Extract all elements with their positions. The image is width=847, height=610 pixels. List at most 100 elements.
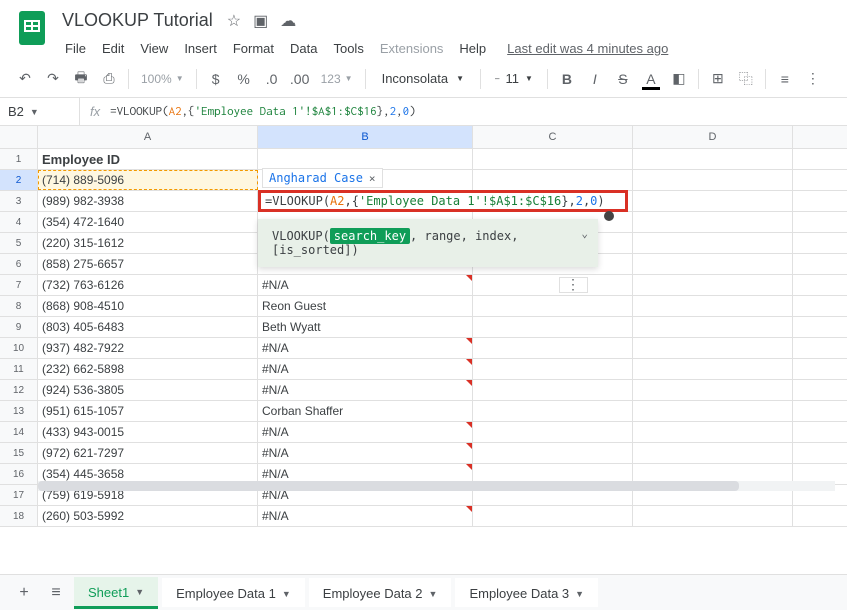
formula-bar-input[interactable]: =VLOOKUP(A2,{'Employee Data 1'!$A$1:$C$1… xyxy=(110,105,847,118)
menu-data[interactable]: Data xyxy=(283,37,324,60)
menu-edit[interactable]: Edit xyxy=(95,37,131,60)
cell[interactable] xyxy=(473,170,633,190)
cell[interactable] xyxy=(633,422,793,442)
cell[interactable] xyxy=(633,296,793,316)
cell-formula-editor[interactable]: =VLOOKUP(A2,{'Employee Data 1'!$A$1:$C$1… xyxy=(258,190,628,212)
row-header[interactable]: 1 xyxy=(0,149,38,169)
cell[interactable] xyxy=(633,401,793,421)
bold-button[interactable]: B xyxy=(554,66,580,92)
cell[interactable] xyxy=(633,191,793,211)
borders-button[interactable]: ⊞ xyxy=(705,66,731,92)
paint-format-button[interactable]: ⎙ xyxy=(96,66,122,92)
cell[interactable]: (951) 615-1057 xyxy=(38,401,258,421)
cell[interactable] xyxy=(473,338,633,358)
cell[interactable] xyxy=(258,149,473,169)
cell[interactable]: (354) 472-1640 xyxy=(38,212,258,232)
col-header-c[interactable]: C xyxy=(473,126,633,148)
number-format-select[interactable]: 123▼ xyxy=(315,72,359,86)
row-header[interactable]: 18 xyxy=(0,506,38,526)
row-header[interactable]: 13 xyxy=(0,401,38,421)
menu-insert[interactable]: Insert xyxy=(177,37,224,60)
cell[interactable] xyxy=(633,359,793,379)
formula-drag-handle[interactable] xyxy=(604,211,614,221)
cell[interactable]: (232) 662-5898 xyxy=(38,359,258,379)
format-percent-button[interactable]: % xyxy=(231,66,257,92)
font-select[interactable]: Inconsolata▼ xyxy=(372,71,474,86)
more-options-icon[interactable]: ⋮ xyxy=(559,277,588,293)
cell[interactable]: #N/A xyxy=(258,359,473,379)
row-header[interactable]: 4 xyxy=(0,212,38,232)
menu-help[interactable]: Help xyxy=(452,37,493,60)
cloud-icon[interactable]: ☁ xyxy=(280,11,296,31)
sheet-tab-emp1[interactable]: Employee Data 1▼ xyxy=(162,578,305,607)
cell[interactable] xyxy=(633,233,793,253)
cell[interactable]: (714) 889-5096 xyxy=(38,170,258,190)
cell[interactable] xyxy=(473,422,633,442)
undo-button[interactable]: ↶ xyxy=(12,66,38,92)
cell[interactable]: Employee ID xyxy=(38,149,258,169)
increase-decimal-button[interactable]: .00 xyxy=(287,66,313,92)
sheet-tab-emp3[interactable]: Employee Data 3▼ xyxy=(455,578,598,607)
cell[interactable] xyxy=(473,506,633,526)
menu-format[interactable]: Format xyxy=(226,37,281,60)
cell[interactable]: (433) 943-0015 xyxy=(38,422,258,442)
cell[interactable]: (858) 275-6657 xyxy=(38,254,258,274)
all-sheets-button[interactable]: ≡ xyxy=(42,579,70,607)
add-sheet-button[interactable]: + xyxy=(10,579,38,607)
collapse-icon[interactable]: ⌄ xyxy=(581,227,588,240)
row-header[interactable]: 11 xyxy=(0,359,38,379)
last-edit-link[interactable]: Last edit was 4 minutes ago xyxy=(507,41,668,56)
cell[interactable] xyxy=(633,149,793,169)
row-header[interactable]: 2 xyxy=(0,170,38,190)
select-all-corner[interactable] xyxy=(0,126,38,148)
row-header[interactable]: 7 xyxy=(0,275,38,295)
cell[interactable]: #N/A xyxy=(258,338,473,358)
col-header-a[interactable]: A xyxy=(38,126,258,148)
row-header[interactable]: 12 xyxy=(0,380,38,400)
more-button[interactable]: ⋮ xyxy=(800,66,826,92)
cell[interactable]: (972) 621-7297 xyxy=(38,443,258,463)
redo-button[interactable]: ↷ xyxy=(40,66,66,92)
sheet-tab-sheet1[interactable]: Sheet1▼ xyxy=(74,577,158,609)
cell[interactable] xyxy=(473,380,633,400)
cell[interactable]: Reon Guest xyxy=(258,296,473,316)
move-icon[interactable]: ▣ xyxy=(253,11,268,31)
merge-button[interactable]: ⿻ xyxy=(733,66,759,92)
cell[interactable]: #N/A xyxy=(258,380,473,400)
decrease-decimal-button[interactable]: .0 xyxy=(259,66,285,92)
cell[interactable] xyxy=(633,443,793,463)
star-icon[interactable]: ☆ xyxy=(227,11,241,31)
row-header[interactable]: 8 xyxy=(0,296,38,316)
menu-view[interactable]: View xyxy=(133,37,175,60)
cell[interactable] xyxy=(473,317,633,337)
cell[interactable] xyxy=(473,149,633,169)
grid-area[interactable]: A B C D 1Employee ID2(714) 889-50963(989… xyxy=(0,126,847,527)
cell[interactable] xyxy=(473,443,633,463)
menu-extensions[interactable]: Extensions xyxy=(373,37,451,60)
cell[interactable] xyxy=(633,212,793,232)
horizontal-scrollbar[interactable] xyxy=(38,481,835,491)
row-header[interactable]: 15 xyxy=(0,443,38,463)
align-button[interactable]: ≡ xyxy=(772,66,798,92)
cell[interactable]: (803) 405-6483 xyxy=(38,317,258,337)
row-header[interactable]: 17 xyxy=(0,485,38,505)
col-header-d[interactable]: D xyxy=(633,126,793,148)
cell[interactable]: (732) 763-6126 xyxy=(38,275,258,295)
cell[interactable]: (924) 536-3805 xyxy=(38,380,258,400)
sheets-logo[interactable] xyxy=(12,8,52,48)
row-header[interactable]: 16 xyxy=(0,464,38,484)
cell[interactable] xyxy=(473,401,633,421)
cell[interactable]: (260) 503-5992 xyxy=(38,506,258,526)
row-header[interactable]: 6 xyxy=(0,254,38,274)
cell[interactable]: Corban Shaffer xyxy=(258,401,473,421)
cell[interactable] xyxy=(633,254,793,274)
cell[interactable] xyxy=(473,275,633,295)
menu-tools[interactable]: Tools xyxy=(326,37,370,60)
cell[interactable] xyxy=(633,317,793,337)
italic-button[interactable]: I xyxy=(582,66,608,92)
cell[interactable] xyxy=(633,506,793,526)
cell[interactable]: #N/A xyxy=(258,443,473,463)
cell[interactable]: Beth Wyatt xyxy=(258,317,473,337)
cell[interactable] xyxy=(633,275,793,295)
sheet-tab-emp2[interactable]: Employee Data 2▼ xyxy=(309,578,452,607)
